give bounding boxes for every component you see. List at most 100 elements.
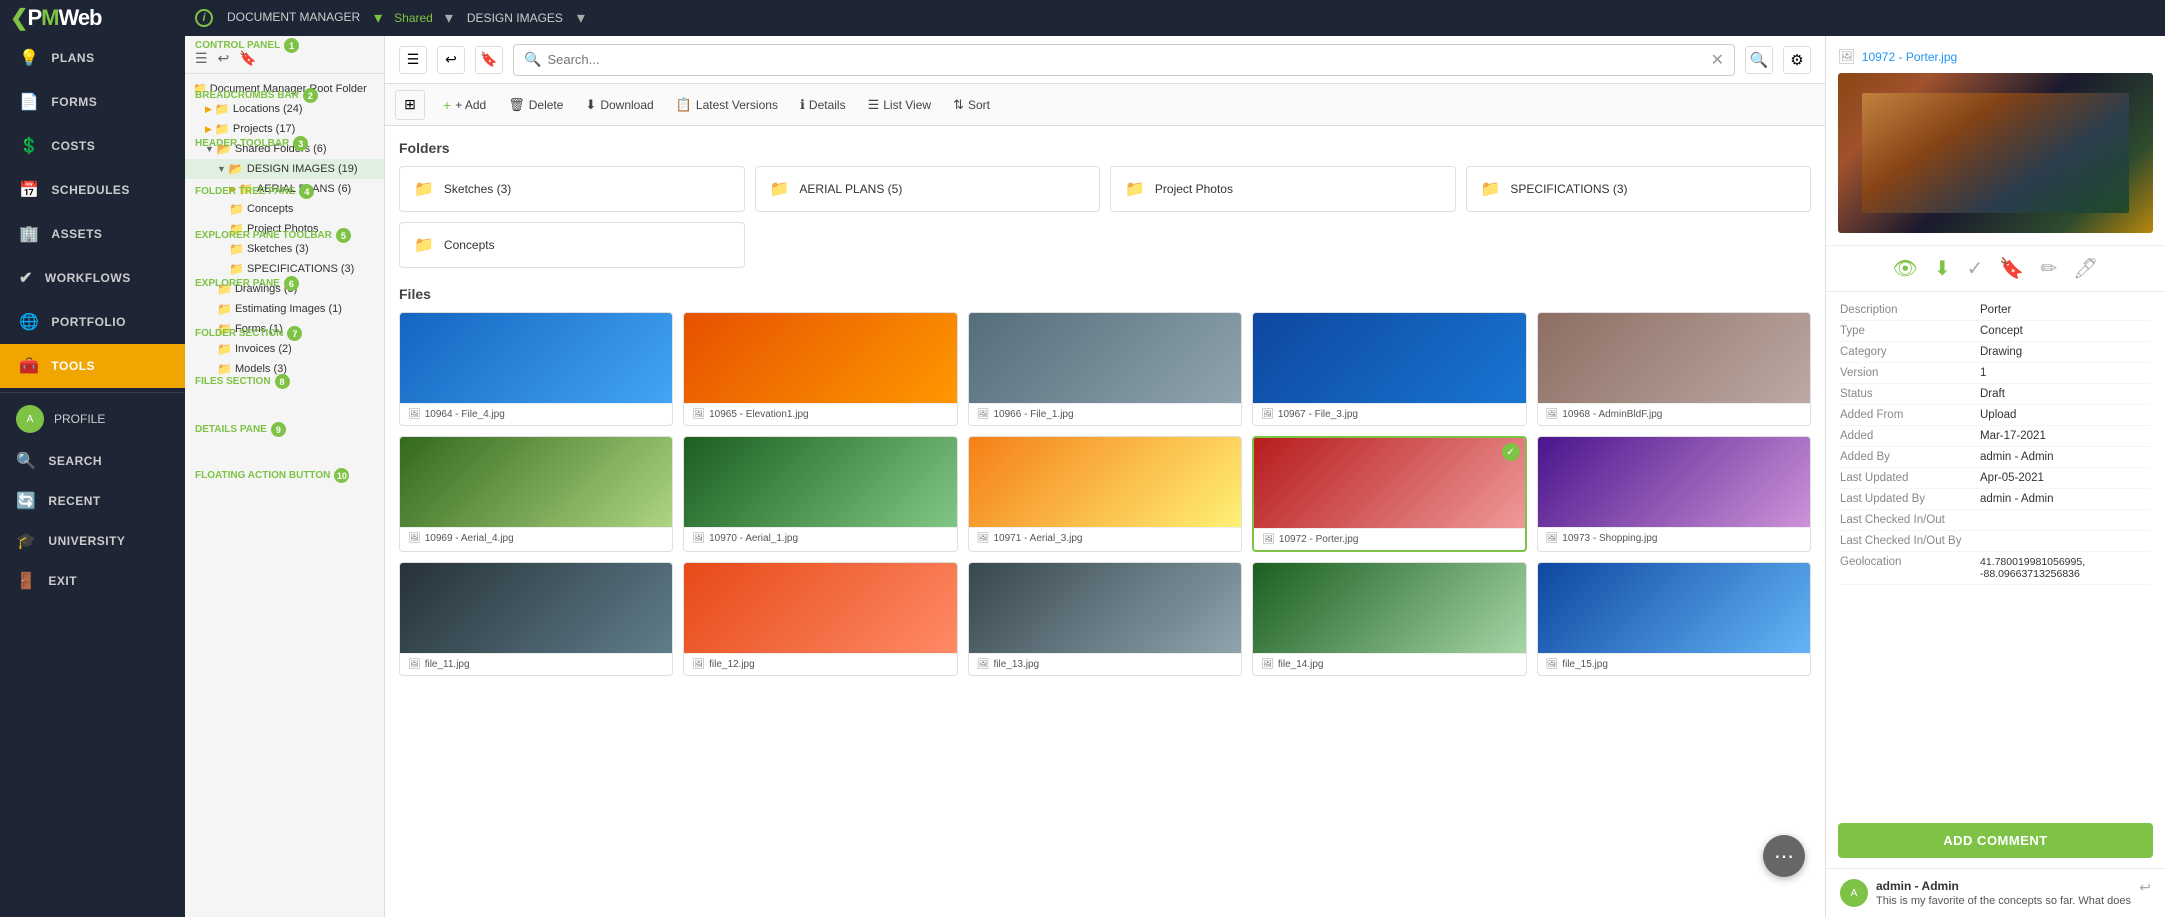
- sidebar-item-recent[interactable]: 🔄 RECENT: [0, 481, 185, 521]
- file-card-selected[interactable]: ✓ 🖼 10972 - Porter.jpg: [1252, 436, 1526, 552]
- download-button[interactable]: ⬇ Download: [575, 93, 663, 117]
- nav-doc-manager[interactable]: DOCUMENT MANAGER: [217, 6, 370, 30]
- info-icon[interactable]: i: [195, 9, 213, 27]
- detail-pencil-icon[interactable]: 🖊: [2073, 256, 2098, 281]
- file-card[interactable]: 🖼 10969 - Aerial_4.jpg: [399, 436, 673, 552]
- adjust-icon[interactable]: ⊞: [395, 90, 425, 120]
- sidebar-item-exit[interactable]: 🚪 EXIT: [0, 561, 185, 601]
- tree-bookmark-icon[interactable]: 🔖: [239, 50, 256, 67]
- prop-value: 1: [1980, 367, 1986, 379]
- sort-button[interactable]: ⇅ Sort: [943, 93, 1000, 117]
- tree-item-design-images[interactable]: ▼ 📂 DESIGN IMAGES (19): [185, 159, 384, 179]
- tree-item[interactable]: 📁 Forms (1): [185, 319, 384, 339]
- prop-value: Upload: [1980, 409, 2016, 421]
- tree-undo-icon[interactable]: ↩: [218, 50, 230, 67]
- sidebar-item-forms[interactable]: 📄 FORMS: [0, 80, 185, 124]
- file-card[interactable]: 🖼 10973 - Shopping.jpg: [1537, 436, 1811, 552]
- detail-check-icon[interactable]: ✓: [1967, 256, 1984, 281]
- details-actions: 👁 ⬇ ✓ 🔖 ✏ 🖊: [1826, 246, 2165, 292]
- search-clear-icon[interactable]: ✕: [1711, 50, 1724, 70]
- toolbar-undo-icon[interactable]: ↩: [437, 46, 465, 74]
- sidebar-item-workflows[interactable]: ✔ WORKFLOWS: [0, 256, 185, 300]
- sidebar-item-plans[interactable]: 💡 PLANS: [0, 36, 185, 80]
- latest-versions-button[interactable]: 📋 Latest Versions: [666, 93, 788, 117]
- file-card[interactable]: 🖼 10967 - File_3.jpg: [1252, 312, 1526, 426]
- details-button[interactable]: ℹ Details: [790, 93, 856, 117]
- recent-icon: 🔄: [16, 491, 36, 511]
- detail-edit-icon[interactable]: ✏: [2040, 256, 2057, 281]
- sidebar-item-assets[interactable]: 🏢 ASSETS: [0, 212, 185, 256]
- tree-item[interactable]: 📁 Drawings (8): [185, 279, 384, 299]
- tree-root[interactable]: 📁 Document Manager Root Folder: [185, 78, 384, 99]
- nav-design-images[interactable]: DESIGN IMAGES: [457, 7, 573, 29]
- tree-item[interactable]: ▶ 📁 Locations (24): [185, 99, 384, 119]
- file-card[interactable]: 🖼 10964 - File_4.jpg: [399, 312, 673, 426]
- delete-button[interactable]: 🗑 Delete: [498, 93, 573, 117]
- assets-icon: 🏢: [19, 224, 39, 244]
- nav-shared[interactable]: Shared: [386, 7, 441, 29]
- sidebar-item-portfolio[interactable]: 🌐 PORTFOLIO: [0, 300, 185, 344]
- prop-label: Last Checked In/Out By: [1840, 535, 1980, 547]
- folder-card[interactable]: 📁 SPECIFICATIONS (3): [1466, 166, 1812, 212]
- sidebar: CONTROL PANEL 1 BREADCRUMBS BAR 2 HEADER…: [0, 36, 185, 917]
- add-comment-button[interactable]: ADD COMMENT: [1838, 823, 2153, 858]
- comment-reply-icon[interactable]: ↩: [2139, 879, 2151, 896]
- details-title[interactable]: 🖼 10972 - Porter.jpg: [1838, 48, 2153, 65]
- folders-title: Folders: [399, 140, 1811, 156]
- folder-card[interactable]: 📁 Sketches (3): [399, 166, 745, 212]
- folder-card[interactable]: 📁 Concepts: [399, 222, 745, 268]
- tree-item[interactable]: 📁 Concepts: [185, 199, 384, 219]
- detail-view-icon[interactable]: 👁: [1893, 256, 1918, 281]
- toolbar-list-icon[interactable]: ☰: [399, 46, 427, 74]
- file-card[interactable]: 🖼 10965 - Elevation1.jpg: [683, 312, 957, 426]
- filter-icon[interactable]: ⚙: [1783, 46, 1811, 74]
- file-card[interactable]: 🖼 file_15.jpg: [1537, 562, 1811, 676]
- comment-text: This is my favorite of the concepts so f…: [1876, 895, 2131, 907]
- tree-item[interactable]: 📁 Invoices (2): [185, 339, 384, 359]
- file-card[interactable]: 🖼 10971 - Aerial_3.jpg: [968, 436, 1242, 552]
- detail-download-icon[interactable]: ⬇: [1934, 256, 1951, 281]
- file-card[interactable]: 🖼 10970 - Aerial_1.jpg: [683, 436, 957, 552]
- prop-label: Category: [1840, 346, 1980, 358]
- list-view-button[interactable]: ☰ List View: [858, 93, 941, 117]
- add-button[interactable]: + + Add: [433, 93, 496, 117]
- toolbar-bookmark-icon[interactable]: 🔖: [475, 46, 503, 74]
- workflows-label: WORKFLOWS: [45, 271, 131, 285]
- file-card[interactable]: 🖼 10966 - File_1.jpg: [968, 312, 1242, 426]
- tree-item[interactable]: 📁 Sketches (3): [185, 239, 384, 259]
- explorer-pane: ☰ ↩ 🔖 🔍 ✕ 🔍 ⚙ ⊞ + + Add 🗑: [385, 36, 1825, 917]
- nav-pills: i DOCUMENT MANAGER ▾ Shared ▾ DESIGN IMA…: [195, 6, 2165, 30]
- search-input[interactable]: [547, 52, 1704, 67]
- tree-item[interactable]: 📁 SPECIFICATIONS (3): [185, 259, 384, 279]
- tree-item[interactable]: 📁 Models (3): [185, 359, 384, 379]
- sidebar-item-profile[interactable]: A PROFILE: [0, 397, 185, 441]
- detail-bookmark-icon[interactable]: 🔖: [1999, 256, 2024, 281]
- file-card[interactable]: 🖼 file_14.jpg: [1252, 562, 1526, 676]
- sidebar-item-search[interactable]: 🔍 SEARCH: [0, 441, 185, 481]
- tree-item[interactable]: ▶ 📁 Projects (17): [185, 119, 384, 139]
- tools-icon: 🧰: [19, 356, 39, 376]
- fab-button[interactable]: ⋯: [1763, 835, 1805, 877]
- folder-card[interactable]: 📁 Project Photos: [1110, 166, 1456, 212]
- prop-label: Status: [1840, 388, 1980, 400]
- sidebar-item-costs[interactable]: 💲 COSTS: [0, 124, 185, 168]
- exit-label: EXIT: [48, 574, 77, 588]
- file-card[interactable]: 🖼 file_11.jpg: [399, 562, 673, 676]
- tree-item[interactable]: ▶ 📁 AERIAL PLANS (6): [185, 179, 384, 199]
- tree-item[interactable]: 📁 Estimating Images (1): [185, 299, 384, 319]
- prop-value: Concept: [1980, 325, 2023, 337]
- tree-item[interactable]: 📁 Project Photos: [185, 219, 384, 239]
- sidebar-item-tools[interactable]: 🧰 TOOLS: [0, 344, 185, 388]
- sidebar-item-schedules[interactable]: 📅 SCHEDULES: [0, 168, 185, 212]
- file-card[interactable]: 🖼 file_12.jpg: [683, 562, 957, 676]
- sidebar-item-university[interactable]: 🎓 UNIVERSITY: [0, 521, 185, 561]
- file-card[interactable]: 🖼 file_13.jpg: [968, 562, 1242, 676]
- prop-label: Geolocation: [1840, 556, 1980, 580]
- zoom-icon[interactable]: 🔍: [1745, 46, 1773, 74]
- tree-item[interactable]: ▼ 📂 Shared Folders (6): [185, 139, 384, 159]
- tree-sort-icon[interactable]: ☰: [195, 50, 208, 67]
- recent-label: RECENT: [48, 494, 100, 508]
- details-properties: Description Porter Type Concept Category…: [1826, 292, 2165, 813]
- file-card[interactable]: 🖼 10968 - AdminBldF.jpg: [1537, 312, 1811, 426]
- folder-card[interactable]: 📁 AERIAL PLANS (5): [755, 166, 1101, 212]
